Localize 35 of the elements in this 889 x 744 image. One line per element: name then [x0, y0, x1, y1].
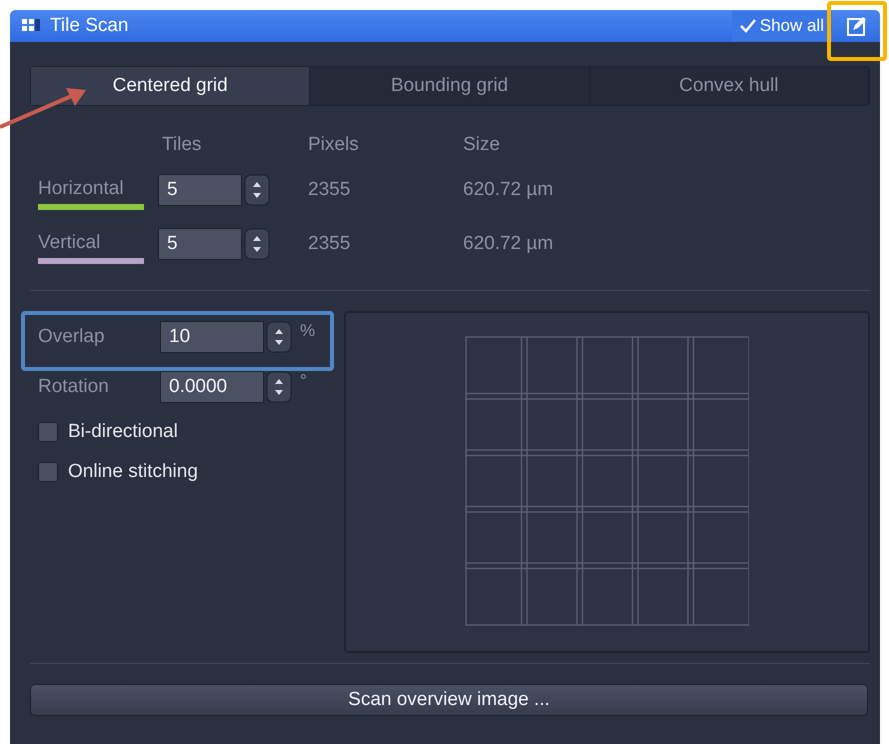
column-header: Tiles: [161, 134, 202, 156]
axis-label: Horizontal: [38, 178, 144, 210]
checkbox[interactable]: [38, 462, 58, 482]
edit-icon: [847, 16, 867, 36]
pixels-value: 2355: [308, 179, 352, 201]
spin-buttons[interactable]: [244, 228, 270, 260]
highlight-frame: [827, 1, 887, 61]
tiles-field[interactable]: 5: [158, 174, 242, 206]
unit-label: °: [300, 371, 307, 391]
setting-label: Rotation: [38, 376, 110, 398]
column-header: Pixels: [308, 134, 360, 156]
tiles-field[interactable]: 5: [158, 228, 242, 260]
check-icon: [740, 19, 756, 33]
tab[interactable]: Centered grid: [31, 67, 310, 105]
size-value: 620.72 µm: [463, 233, 554, 255]
pixels-value: 2355: [308, 233, 352, 255]
unit-label: %: [300, 321, 316, 341]
show-all-button[interactable]: Show all: [732, 11, 832, 41]
option-checkbox[interactable]: Bi-directional: [38, 421, 330, 443]
spin-buttons[interactable]: [244, 174, 270, 206]
checkbox[interactable]: [38, 422, 58, 442]
option-checkbox[interactable]: Online stitching: [38, 461, 330, 483]
spin-buttons[interactable]: [266, 321, 292, 353]
size-value: 620.72 µm: [463, 179, 554, 201]
panel-title: Tile Scan: [50, 15, 130, 37]
tab[interactable]: Bounding grid: [310, 67, 590, 105]
tiles-icon: [22, 19, 40, 33]
spin-buttons[interactable]: [266, 371, 292, 403]
tab[interactable]: Convex hull: [590, 67, 869, 105]
scan-overview-button[interactable]: Scan overview image ...: [30, 684, 868, 716]
axis-label: Vertical: [38, 232, 144, 264]
setting-label: Overlap: [38, 326, 106, 348]
column-header: Size: [463, 134, 501, 156]
setting-field[interactable]: 0.0000: [160, 371, 264, 403]
setting-field[interactable]: 10: [160, 321, 264, 353]
